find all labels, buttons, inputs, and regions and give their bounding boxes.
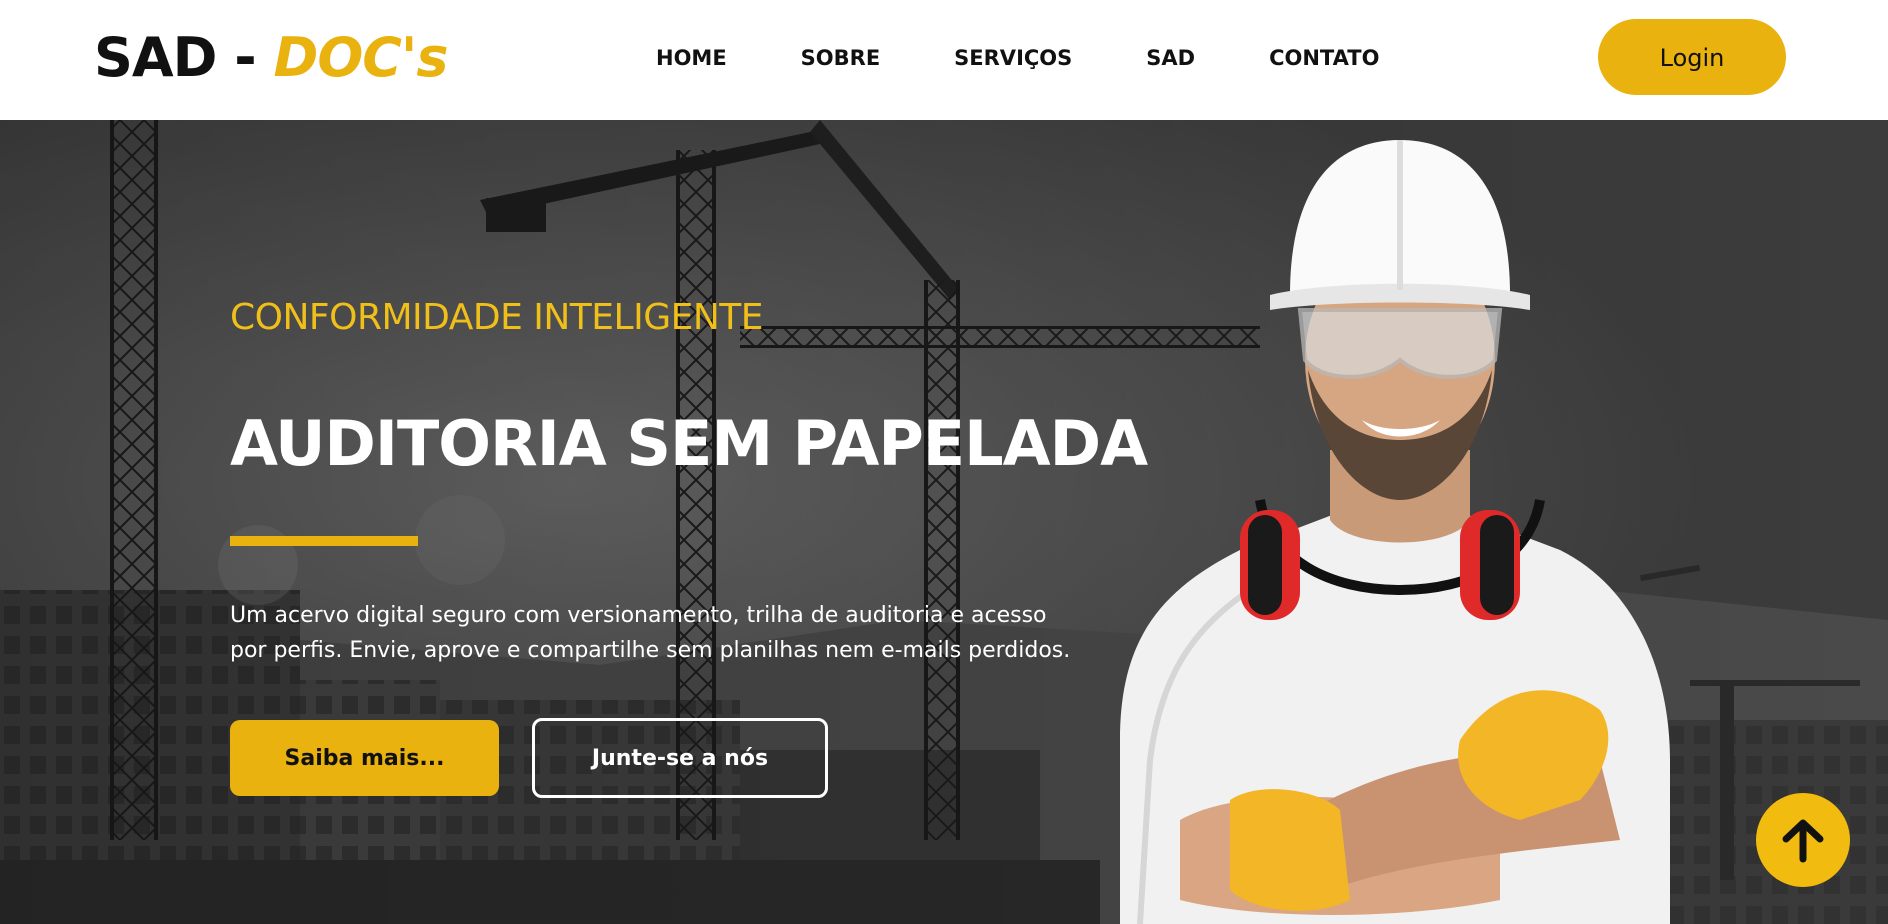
site-header: SAD - DOC's HOME SOBRE SERVIÇOS SAD CONT…	[0, 0, 1888, 120]
hero-headline: AUDITORIA SEM PAPELADA	[230, 407, 1148, 480]
nav-item-sobre[interactable]: SOBRE	[801, 44, 881, 72]
nav-item-sad[interactable]: SAD	[1146, 44, 1195, 72]
nav-item-home[interactable]: HOME	[656, 44, 727, 72]
arrow-up-icon	[1782, 819, 1824, 863]
saiba-mais-button[interactable]: Saiba mais...	[230, 720, 499, 796]
site-logo[interactable]: SAD - DOC's	[94, 26, 449, 90]
logo-text-docs: DOC's	[273, 26, 449, 89]
logo-text-sad: SAD -	[94, 26, 274, 89]
accent-divider	[230, 536, 418, 546]
hero-section: CONFORMIDADE INTELIGENTE AUDITORIA SEM P…	[0, 120, 1888, 924]
login-button[interactable]: Login	[1598, 19, 1786, 95]
scroll-to-top-button[interactable]	[1756, 793, 1850, 887]
hero-kicker: CONFORMIDADE INTELIGENTE	[230, 297, 764, 338]
hero-description: Um acervo digital seguro com versionamen…	[230, 603, 1071, 663]
nav-item-servicos[interactable]: SERVIÇOS	[954, 44, 1072, 72]
main-nav: HOME SOBRE SERVIÇOS SAD CONTATO	[656, 44, 1379, 72]
worker-photo	[1120, 140, 1670, 924]
junte-se-button[interactable]: Junte-se a nós	[532, 718, 828, 798]
nav-item-contato[interactable]: CONTATO	[1269, 44, 1379, 72]
